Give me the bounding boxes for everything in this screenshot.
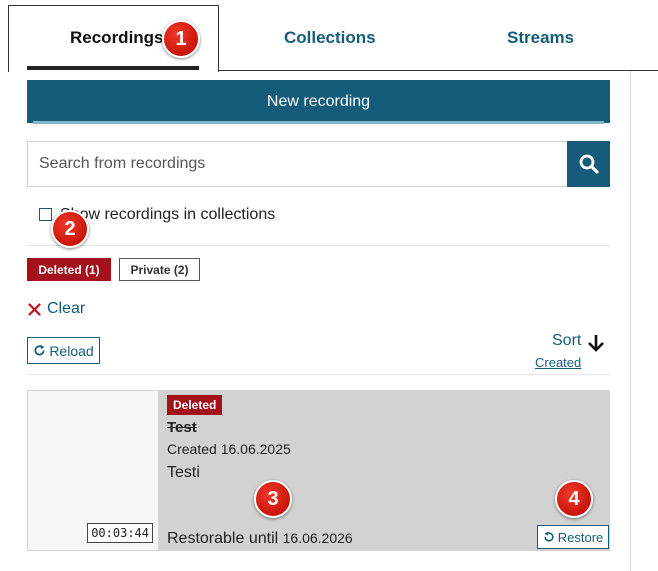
sort-field-link[interactable]: Created — [535, 355, 581, 370]
tab-bar: Recordings Collections Streams — [0, 0, 658, 72]
annotation-marker-1: 1 — [162, 20, 200, 58]
reload-icon — [34, 344, 45, 356]
new-recording-button[interactable]: New recording — [27, 80, 610, 123]
arrow-down-icon[interactable] — [586, 333, 606, 353]
clear-filters-button[interactable]: Clear — [28, 300, 85, 318]
filter-chip-deleted[interactable]: Deleted (1) — [27, 258, 111, 281]
recording-thumbnail[interactable]: 00:03:44 — [27, 390, 159, 551]
divider — [27, 245, 610, 246]
restorable-until: Restorable until 16.06.2026 — [167, 530, 353, 548]
tab-recordings-label[interactable]: Recordings — [70, 28, 164, 48]
status-badge: Deleted — [167, 395, 223, 415]
restore-label: Restore — [557, 529, 604, 545]
restore-icon — [544, 531, 554, 542]
recording-title: Test — [167, 419, 197, 436]
tab-streams[interactable]: Streams — [507, 28, 574, 48]
annotation-marker-3: 3 — [254, 480, 292, 518]
annotation-marker-2: 2 — [51, 210, 89, 248]
new-recording-underline — [33, 121, 604, 124]
active-tab-indicator — [27, 66, 199, 70]
panel-border — [630, 71, 631, 571]
recording-description: Testi — [167, 464, 200, 481]
restore-button[interactable]: Restore — [537, 525, 609, 549]
reload-button[interactable]: Reload — [27, 337, 100, 364]
recording-card[interactable]: 00:03:44 Deleted Test Created 16.06.2025… — [27, 390, 610, 551]
close-icon — [28, 302, 41, 316]
search-input[interactable] — [27, 141, 567, 187]
tab-collections[interactable]: Collections — [284, 28, 376, 48]
duration-badge: 00:03:44 — [87, 523, 153, 543]
sort-button[interactable]: Sort — [552, 332, 581, 350]
magnifier-icon — [579, 154, 599, 174]
show-in-collections-checkbox[interactable] — [39, 208, 52, 221]
search-button[interactable] — [567, 141, 610, 187]
restorable-label: Restorable until — [167, 530, 279, 547]
clear-label: Clear — [47, 300, 86, 317]
tab-bar-border — [218, 70, 658, 71]
filter-chip-private[interactable]: Private (2) — [119, 258, 200, 281]
recording-created-date: Created 16.06.2025 — [167, 441, 291, 457]
reload-label: Reload — [49, 342, 94, 359]
divider — [27, 374, 610, 375]
show-in-collections-label[interactable]: Show recordings in collections — [60, 206, 275, 224]
restorable-date: 16.06.2026 — [282, 530, 353, 546]
annotation-marker-4: 4 — [555, 480, 593, 518]
recording-details: Deleted Test Created 16.06.2025 Testi Re… — [159, 390, 610, 551]
